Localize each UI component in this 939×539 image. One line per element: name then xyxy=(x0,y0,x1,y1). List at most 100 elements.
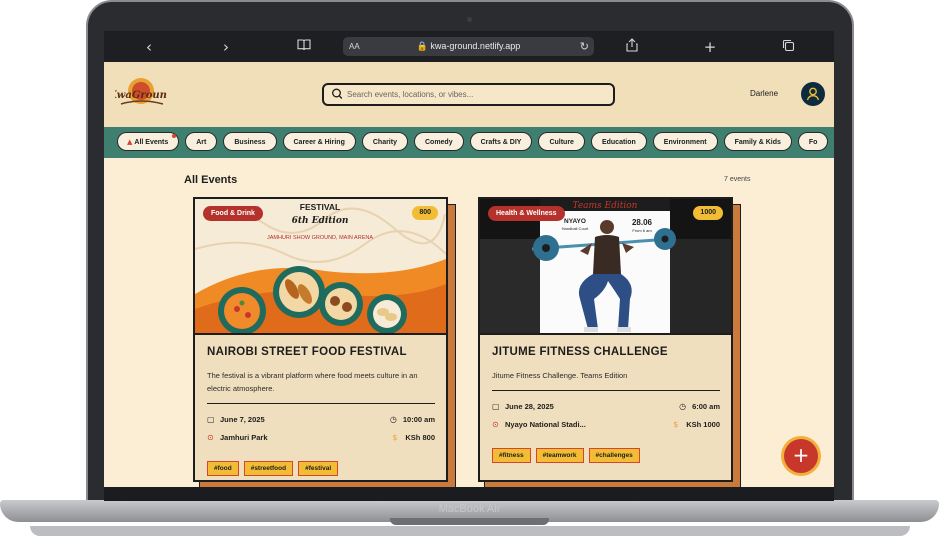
category-chip-label: Fo xyxy=(808,139,818,146)
screen: ‹ › AA 🔒 kwa-ground.netlify.app ↻ + waGr… xyxy=(104,31,834,487)
event-title[interactable]: JITUME FITNESS CHALLENGE xyxy=(492,346,668,358)
dollar-icon: $ xyxy=(673,420,679,429)
event-date: ▢ June 7, 2025 xyxy=(207,415,265,424)
category-chip-label: Environment xyxy=(663,139,707,146)
laptop-hinge xyxy=(390,518,549,525)
screen-bezel xyxy=(104,487,834,501)
category-chip[interactable]: Art xyxy=(185,132,218,151)
category-chip-label: Career & Hiring xyxy=(293,139,345,146)
search-icon xyxy=(332,88,343,99)
category-chip-label: Crafts & DIY xyxy=(480,139,522,146)
category-bar: ▲ All Events Art Business Career & Hiring Cha… xyxy=(104,127,834,158)
event-venue: ⊙ Jamhuri Park xyxy=(207,433,268,442)
category-chip[interactable]: Business xyxy=(223,132,277,151)
location-pin-icon: ⊙ xyxy=(492,420,499,429)
url-text: 🔒 kwa-ground.netlify.app xyxy=(416,41,521,51)
new-tab-icon[interactable]: + xyxy=(700,37,720,57)
price-badge: 1000 xyxy=(693,206,723,220)
tag-chip[interactable]: #streetfood xyxy=(243,461,294,476)
search-bar[interactable] xyxy=(322,83,615,106)
event-image-fitness-challenge[interactable]: Teams Edition NYAYO Handball Court 28.06… xyxy=(480,199,731,335)
events-section: All Events 7 events FESTIVAL 6th Edition… xyxy=(104,158,834,487)
event-time: ◷ 6:00 am xyxy=(679,402,720,411)
event-title[interactable]: NAIROBI STREET FOOD FESTIVAL xyxy=(207,346,407,358)
calendar-icon: ▢ xyxy=(492,402,500,411)
category-chip[interactable]: Fo xyxy=(797,132,829,151)
image-venue-sub: Handball Court xyxy=(562,226,590,231)
laptop-foot xyxy=(30,526,910,536)
category-chip[interactable]: Environment xyxy=(652,132,718,151)
tabs-overview-icon[interactable] xyxy=(778,37,798,57)
active-dot-icon xyxy=(172,134,177,138)
event-venue: ⊙ Nyayo National Stadi... xyxy=(492,420,586,429)
add-event-button[interactable]: + xyxy=(784,439,818,473)
device-brand: MacBook Air xyxy=(438,503,501,515)
image-title-text: FESTIVAL xyxy=(300,202,340,212)
category-chip[interactable]: ▲ All Events xyxy=(117,132,180,151)
image-venue-text: NYAYO xyxy=(564,218,586,225)
event-image-food-festival[interactable]: FESTIVAL 6th Edition JAMHURI SHOW GROUND… xyxy=(195,199,446,335)
category-badge: Health & Wellness xyxy=(488,206,565,221)
section-title: All Events xyxy=(184,174,238,186)
browser-toolbar: ‹ › AA 🔒 kwa-ground.netlify.app ↻ + xyxy=(104,31,834,62)
tag-list: #food #streetfood #festival xyxy=(207,457,343,476)
reload-icon[interactable]: ↻ xyxy=(580,37,589,56)
tag-chip[interactable]: #challenges xyxy=(588,448,640,463)
category-chip[interactable]: Family & Kids xyxy=(723,132,792,151)
price-badge: 800 xyxy=(412,206,438,220)
image-date-sub: From 6 am xyxy=(632,228,652,233)
user-avatar[interactable] xyxy=(801,82,825,106)
event-time: ◷ 10:00 am xyxy=(389,415,435,424)
tag-chip[interactable]: #teamwork xyxy=(535,448,584,463)
site-header: KwaGround Darlene xyxy=(104,62,834,127)
location-pin-icon: ⊙ xyxy=(207,433,214,442)
category-chip-label: All Events xyxy=(134,139,169,146)
category-chip[interactable]: Education xyxy=(590,132,647,151)
category-chip[interactable]: Career & Hiring xyxy=(282,132,356,151)
image-edition-text: 6th Edition xyxy=(292,216,349,226)
share-icon[interactable] xyxy=(622,37,642,57)
flame-icon: ▲ xyxy=(127,138,133,146)
camera-icon xyxy=(467,17,472,22)
address-bar[interactable]: AA 🔒 kwa-ground.netlify.app ↻ xyxy=(343,37,594,56)
event-description: Jitume Fitness Challenge. Teams Edition xyxy=(492,371,628,380)
category-chips: ▲ All Events Art Business Career & Hiring Cha… xyxy=(117,132,834,151)
tag-chip[interactable]: #festival xyxy=(298,461,339,476)
dollar-icon: $ xyxy=(392,433,398,442)
user-name: Darlene xyxy=(750,89,779,98)
calendar-icon: ▢ xyxy=(207,415,215,424)
category-badge: Food & Drink xyxy=(203,206,263,221)
user-icon xyxy=(806,87,820,101)
image-location-text: JAMHURI SHOW GROUND, MAIN ARENA xyxy=(267,235,373,241)
category-chip[interactable]: Crafts & DIY xyxy=(469,132,533,151)
category-chip[interactable]: Comedy xyxy=(413,132,464,151)
event-description: The festival is a vibrant platform where… xyxy=(207,371,418,393)
tag-chip[interactable]: #food xyxy=(207,461,239,476)
event-card[interactable]: Teams Edition NYAYO Handball Court 28.06… xyxy=(478,197,733,482)
search-input[interactable] xyxy=(347,87,607,102)
kwaground-logo[interactable]: KwaGround xyxy=(107,74,174,114)
event-price: $ KSh 1000 xyxy=(673,420,720,429)
event-card[interactable]: FESTIVAL 6th Edition JAMHURI SHOW GROUND… xyxy=(193,197,448,482)
category-chip-label: Art xyxy=(196,139,207,146)
event-count: 7 events xyxy=(724,176,751,183)
category-chip-label: Charity xyxy=(372,139,397,146)
forward-icon[interactable]: › xyxy=(216,37,236,57)
tag-list: #fitness #teamwork #challenges xyxy=(492,444,645,463)
card-divider xyxy=(207,403,435,404)
clock-icon: ◷ xyxy=(679,402,687,411)
category-chip[interactable]: Culture xyxy=(538,132,585,151)
logo-text: KwaGround xyxy=(115,90,167,101)
category-chip-label: Education xyxy=(601,139,636,146)
category-chip-label: Culture xyxy=(549,139,574,146)
tag-chip[interactable]: #fitness xyxy=(492,448,531,463)
back-icon[interactable]: ‹ xyxy=(139,37,159,57)
category-chip[interactable]: Charity xyxy=(361,132,408,151)
card-divider xyxy=(492,390,720,391)
clock-icon: ◷ xyxy=(389,415,397,424)
category-chip-label: Business xyxy=(234,139,266,146)
bookmarks-icon[interactable] xyxy=(294,37,314,57)
category-chip-label: Family & Kids xyxy=(734,139,781,146)
category-chip-label: Comedy xyxy=(424,139,453,146)
event-price: $ KSh 800 xyxy=(392,433,435,442)
